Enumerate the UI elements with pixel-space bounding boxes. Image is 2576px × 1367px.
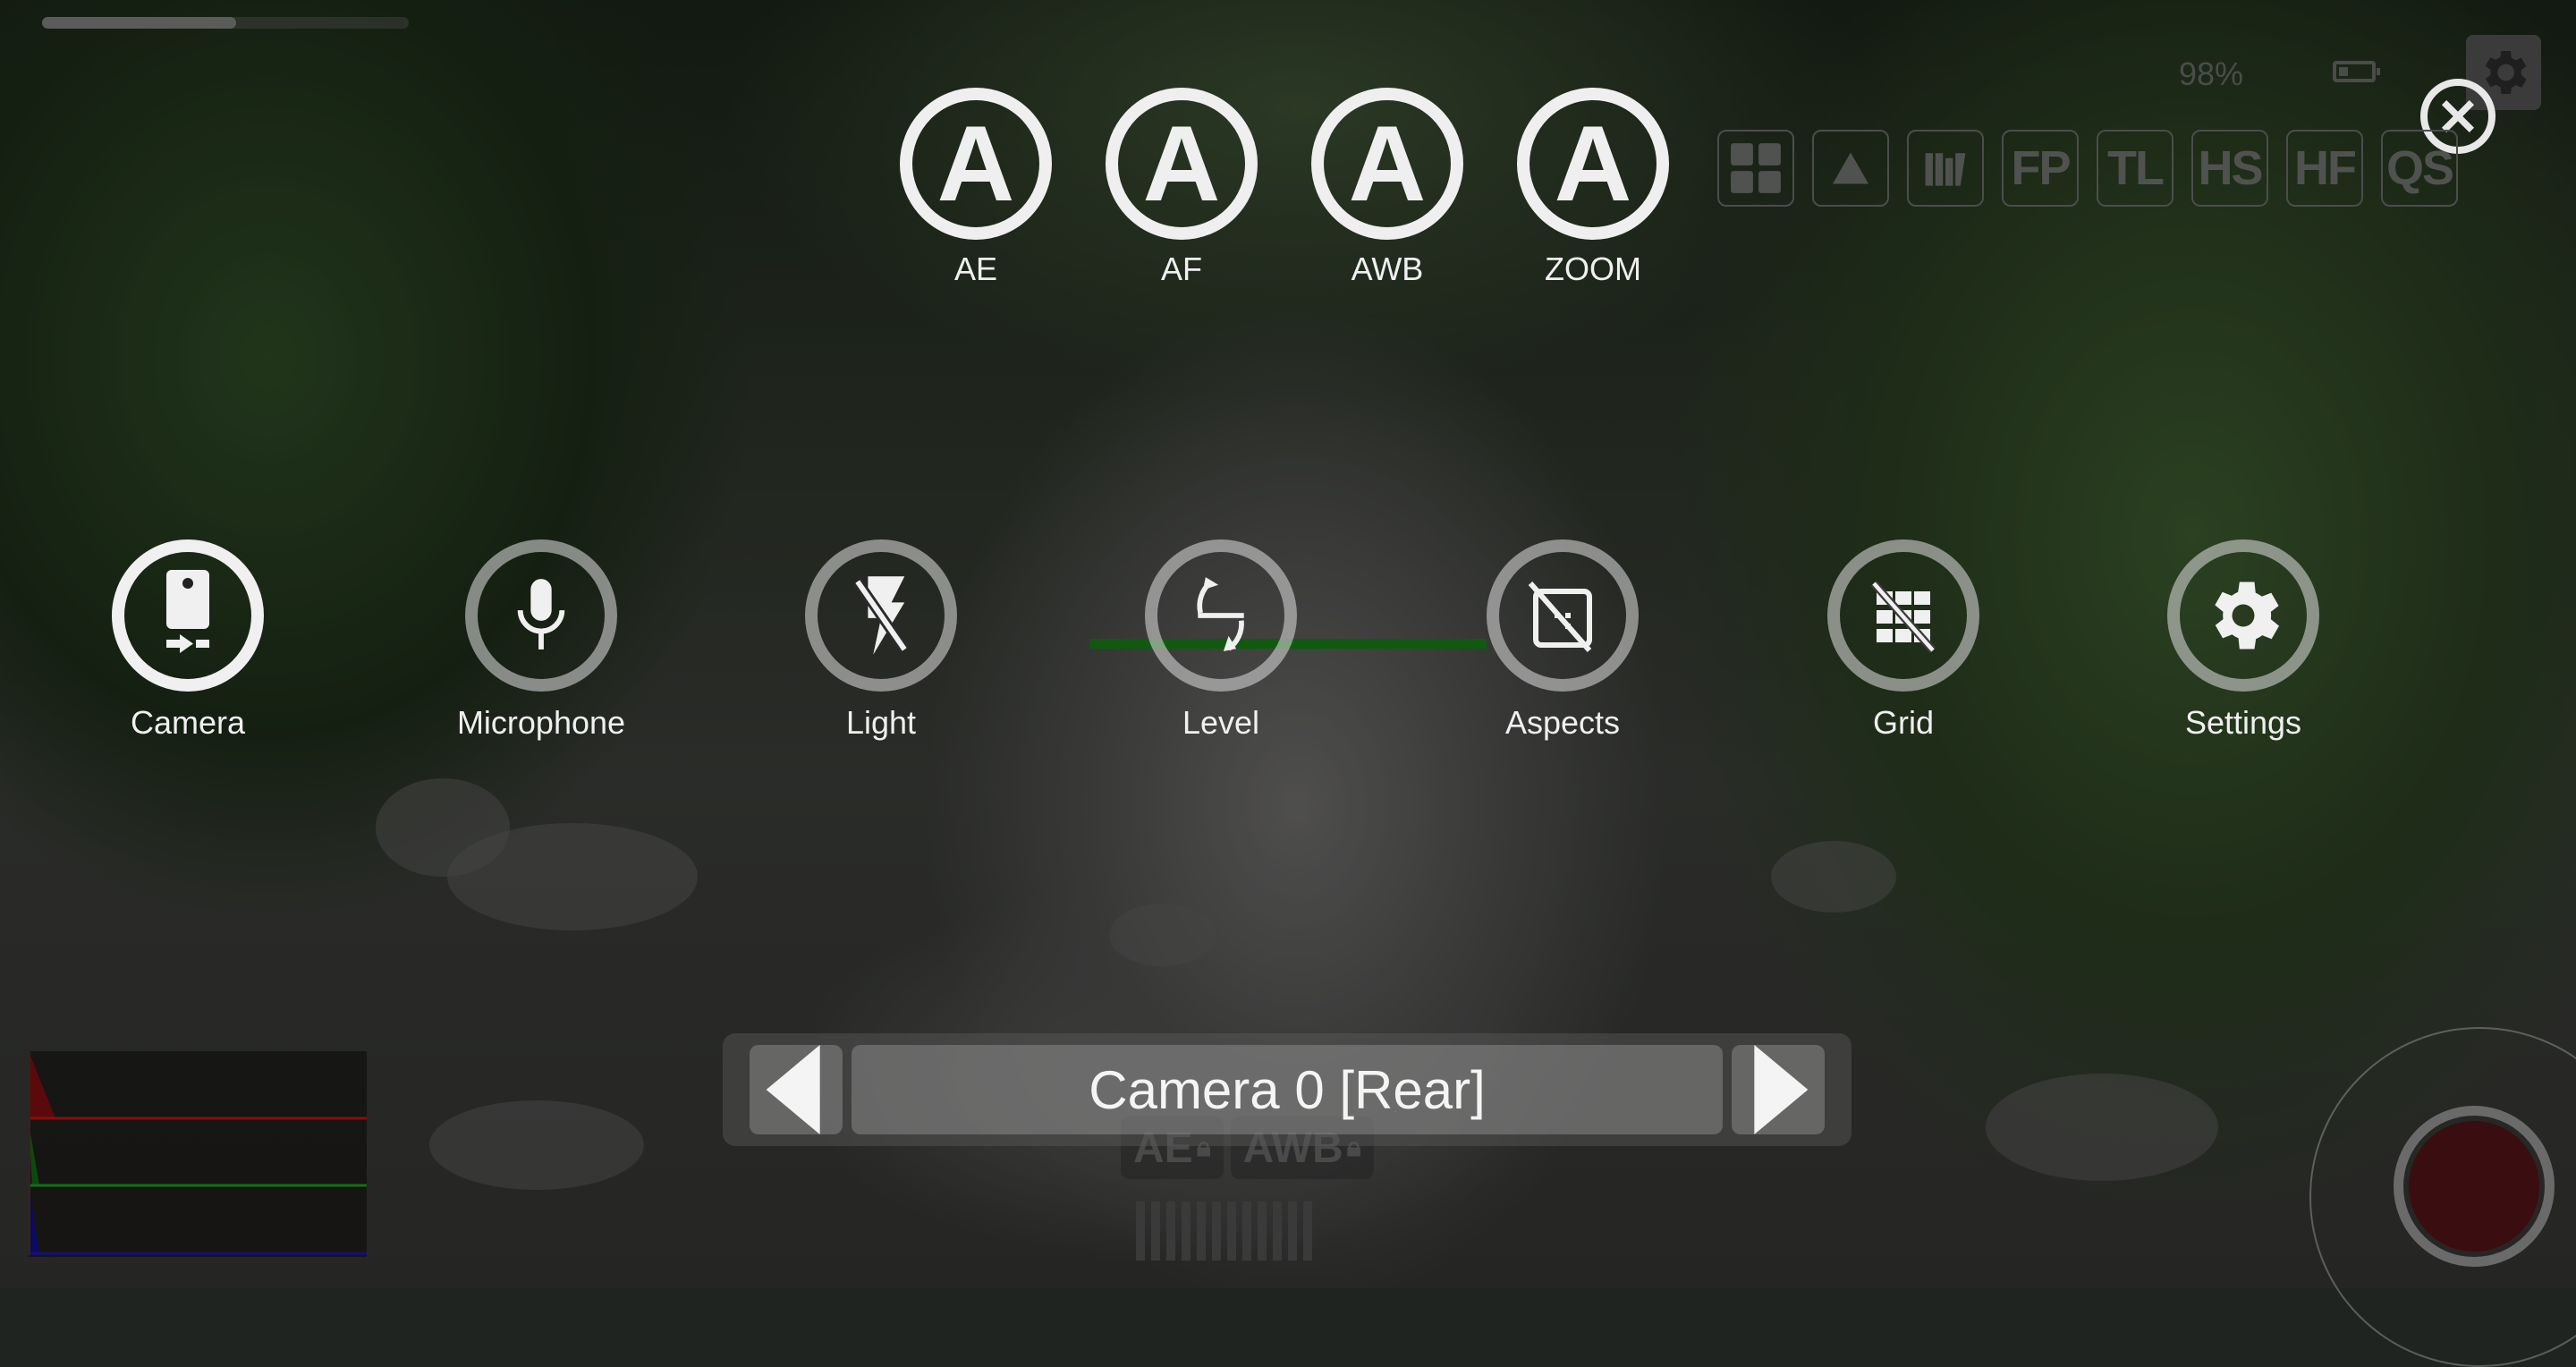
auto-awb-label: AWB [1351,250,1424,287]
grid-off-icon [1870,581,1936,653]
auto-af-control[interactable]: A AF [1106,88,1258,288]
menu-aspects-label: Aspects [1504,704,1621,741]
menu-light-label: Light [845,704,917,741]
menu-level-label: Level [1182,704,1260,741]
quick-fp-button[interactable]: FP [2002,130,2079,207]
menu-settings[interactable]: Settings [2136,539,2351,742]
auto-ae-control[interactable]: A AE [900,88,1052,288]
menu-microphone-circle [465,539,617,692]
rgb-histogram [29,1051,367,1257]
auto-zoom-label: ZOOM [1545,250,1641,287]
battery-percent: 98% [2179,55,2244,92]
menu-aspects[interactable]: Aspects [1455,539,1670,742]
menu-settings-label: Settings [2184,704,2302,741]
quick-qs-button[interactable]: QS [2381,130,2458,207]
camera-switch-icon [166,570,209,653]
auto-af-label: AF [1160,250,1202,287]
exposure-meter [1136,1201,1312,1261]
auto-a-icon: A [1311,88,1463,240]
menu-grid[interactable]: Grid [1796,539,2011,742]
progress-fill [42,17,237,29]
auto-a-icon: A [900,88,1052,240]
quick-grid-layout-button[interactable] [1717,130,1794,207]
menu-camera-circle [112,539,264,692]
menu-light[interactable]: Light [774,539,988,742]
quick-toolbar: FP TL HS HF QS [1717,130,2458,207]
menu-grid-circle [1827,539,1979,692]
auto-zoom-control[interactable]: A ZOOM [1517,88,1669,288]
gear-icon [2215,582,2279,650]
triangle-left-icon [766,1045,820,1134]
microphone-icon [517,579,565,650]
grid-layout-icon [1731,143,1781,193]
menu-microphone[interactable]: Microphone [434,539,648,742]
histogram-chart [29,1051,367,1255]
menu-light-circle [805,539,957,692]
previous-camera-button[interactable] [750,1045,843,1134]
menu-camera-label: Camera [130,704,246,741]
quick-hf-button[interactable]: HF [2286,130,2363,207]
auto-a-icon: A [1517,88,1669,240]
quick-exposure-button[interactable] [1812,130,1889,207]
record-button[interactable] [2394,1106,2555,1267]
menu-level-circle [1145,539,1297,692]
quick-bars-button[interactable] [1907,130,1984,207]
histogram-red-channel [29,1051,55,1118]
recording-progress-bar [42,17,409,29]
battery-icon [2333,61,2380,82]
next-camera-button[interactable] [1732,1045,1825,1134]
bars-icon [1925,153,1966,186]
menu-grid-label: Grid [1872,704,1934,741]
menu-camera[interactable]: Camera [80,539,295,742]
triangle-right-icon [1754,1045,1809,1134]
flash-off-icon [852,576,910,655]
menu-microphone-label: Microphone [456,704,626,741]
quick-hs-button[interactable]: HS [2191,130,2268,207]
menu-level[interactable]: Level [1114,539,1328,742]
record-dot-icon [2409,1121,2539,1252]
auto-ae-label: AE [953,250,998,287]
auto-controls: A AE A AF A AWB A ZOOM [900,88,1669,288]
menu-aspects-circle [1487,539,1639,692]
rotate-level-icon [1197,577,1244,651]
menu-settings-circle [2167,539,2319,692]
triangle-icon [1833,152,1868,184]
auto-a-icon: A [1106,88,1258,240]
auto-awb-control[interactable]: A AWB [1311,88,1463,288]
aspect-off-icon [1528,582,1592,652]
quick-tl-button[interactable]: TL [2097,130,2174,207]
camera-selector-label: Camera 0 [Rear] [852,1045,1723,1134]
